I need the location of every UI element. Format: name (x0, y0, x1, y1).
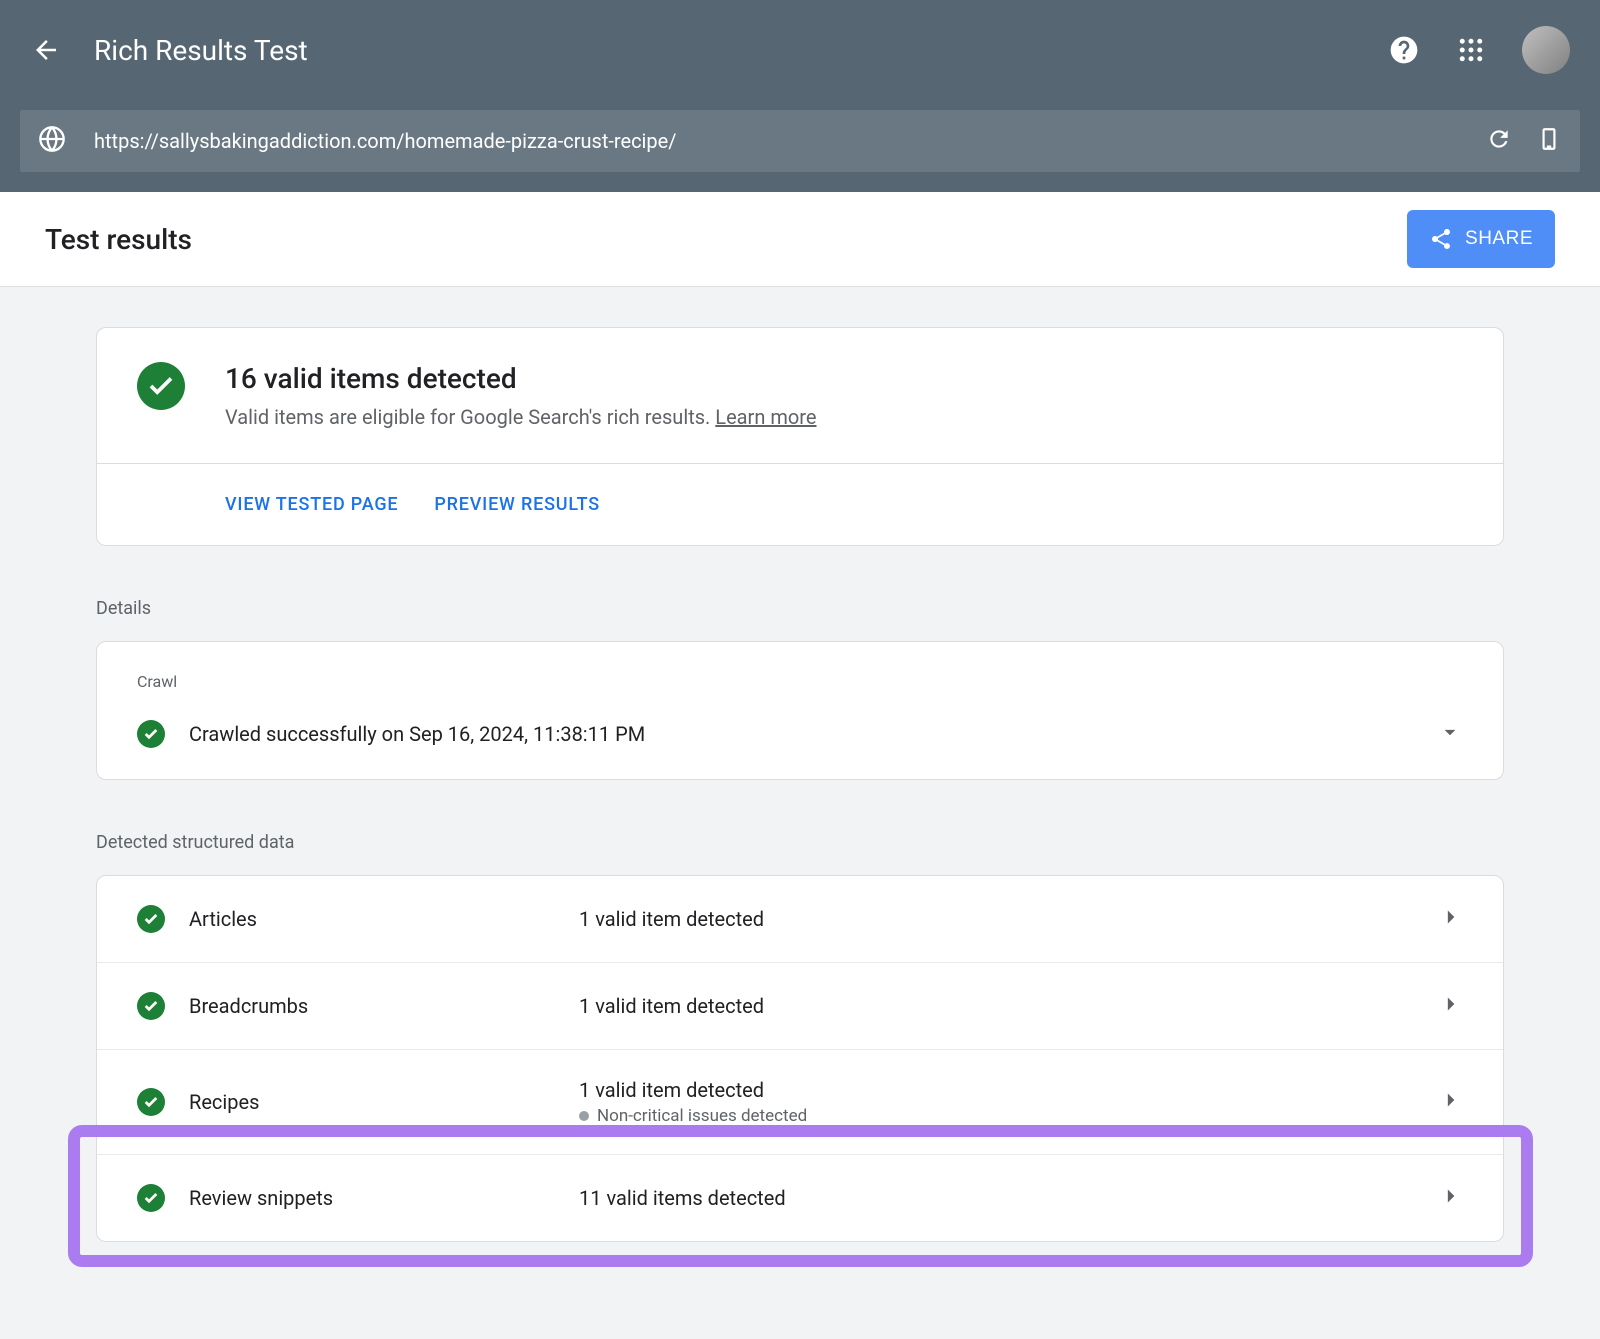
row-success-icon (137, 1184, 165, 1212)
url-bar[interactable]: https://sallysbakingaddiction.com/homema… (20, 110, 1580, 172)
test-results-bar: Test results SHARE (0, 192, 1600, 287)
chevron-down-icon (1437, 719, 1463, 745)
check-icon (146, 371, 176, 401)
apps-grid-icon (1456, 35, 1486, 65)
url-bar-container: https://sallysbakingaddiction.com/homema… (0, 100, 1600, 192)
chevron-right-icon (1437, 991, 1463, 1021)
share-button[interactable]: SHARE (1407, 210, 1555, 268)
structured-section-label: Detected structured data (96, 832, 1504, 853)
crawl-text: Crawled successfully on Sep 16, 2024, 11… (189, 722, 1413, 746)
expand-crawl-button[interactable] (1437, 719, 1463, 749)
structured-row-review-snippets[interactable]: Review snippets 11 valid items detected (97, 1155, 1503, 1241)
row-status: 1 valid item detected (579, 1078, 1437, 1102)
row-success-icon (137, 905, 165, 933)
success-check-icon (137, 362, 185, 410)
row-status: 1 valid item detected (579, 907, 1437, 931)
row-name: Breadcrumbs (189, 994, 579, 1018)
user-avatar[interactable] (1522, 26, 1570, 74)
check-icon (143, 1190, 159, 1206)
preview-results-button[interactable]: PREVIEW RESULTS (434, 494, 600, 515)
reload-icon (1486, 126, 1512, 152)
check-icon (143, 1094, 159, 1110)
row-status: 11 valid items detected (579, 1186, 1437, 1210)
content-area: 16 valid items detected Valid items are … (0, 287, 1600, 1242)
check-icon (143, 911, 159, 927)
back-button[interactable] (30, 34, 62, 66)
row-success-icon (137, 992, 165, 1020)
header-bar: Rich Results Test (0, 0, 1600, 100)
check-icon (143, 726, 159, 742)
device-button[interactable] (1536, 126, 1562, 156)
reload-button[interactable] (1486, 126, 1512, 156)
summary-actions: VIEW TESTED PAGE PREVIEW RESULTS (97, 463, 1503, 545)
smartphone-icon (1536, 126, 1562, 152)
chevron-right-icon (1437, 1087, 1463, 1117)
crawl-label: Crawl (137, 672, 1463, 691)
globe-icon (38, 125, 66, 157)
structured-data-card: Articles 1 valid item detected Breadcrum… (96, 875, 1504, 1242)
help-button[interactable] (1388, 34, 1420, 66)
apps-button[interactable] (1456, 35, 1486, 65)
row-name: Recipes (189, 1090, 579, 1114)
share-label: SHARE (1465, 228, 1533, 250)
grey-dot-icon (579, 1111, 589, 1121)
row-success-icon (137, 1088, 165, 1116)
url-text: https://sallysbakingaddiction.com/homema… (94, 129, 1462, 153)
row-name: Review snippets (189, 1186, 579, 1210)
chevron-right-icon (1437, 1183, 1463, 1213)
crawl-row[interactable]: Crawled successfully on Sep 16, 2024, 11… (137, 719, 1463, 749)
summary-top: 16 valid items detected Valid items are … (97, 328, 1503, 463)
view-tested-page-button[interactable]: VIEW TESTED PAGE (225, 494, 398, 515)
arrow-back-icon (31, 35, 61, 65)
crawl-success-icon (137, 720, 165, 748)
details-card: Crawl Crawled successfully on Sep 16, 20… (96, 641, 1504, 780)
page-title: Rich Results Test (94, 34, 1388, 67)
test-results-title: Test results (45, 223, 1407, 256)
header-icons (1388, 26, 1570, 74)
details-section-label: Details (96, 598, 1504, 619)
row-name: Articles (189, 907, 579, 931)
summary-subtitle: Valid items are eligible for Google Sear… (225, 405, 1463, 429)
share-icon (1429, 227, 1453, 251)
chevron-right-icon (1437, 904, 1463, 934)
help-icon (1388, 34, 1420, 66)
summary-card: 16 valid items detected Valid items are … (96, 327, 1504, 546)
row-status: 1 valid item detected (579, 994, 1437, 1018)
structured-row-articles[interactable]: Articles 1 valid item detected (97, 876, 1503, 963)
structured-row-breadcrumbs[interactable]: Breadcrumbs 1 valid item detected (97, 963, 1503, 1050)
structured-row-recipes[interactable]: Recipes 1 valid item detected Non-critic… (97, 1050, 1503, 1155)
check-icon (143, 998, 159, 1014)
row-note: Non-critical issues detected (579, 1106, 1437, 1126)
summary-heading: 16 valid items detected (225, 362, 1463, 395)
learn-more-link[interactable]: Learn more (715, 405, 816, 429)
